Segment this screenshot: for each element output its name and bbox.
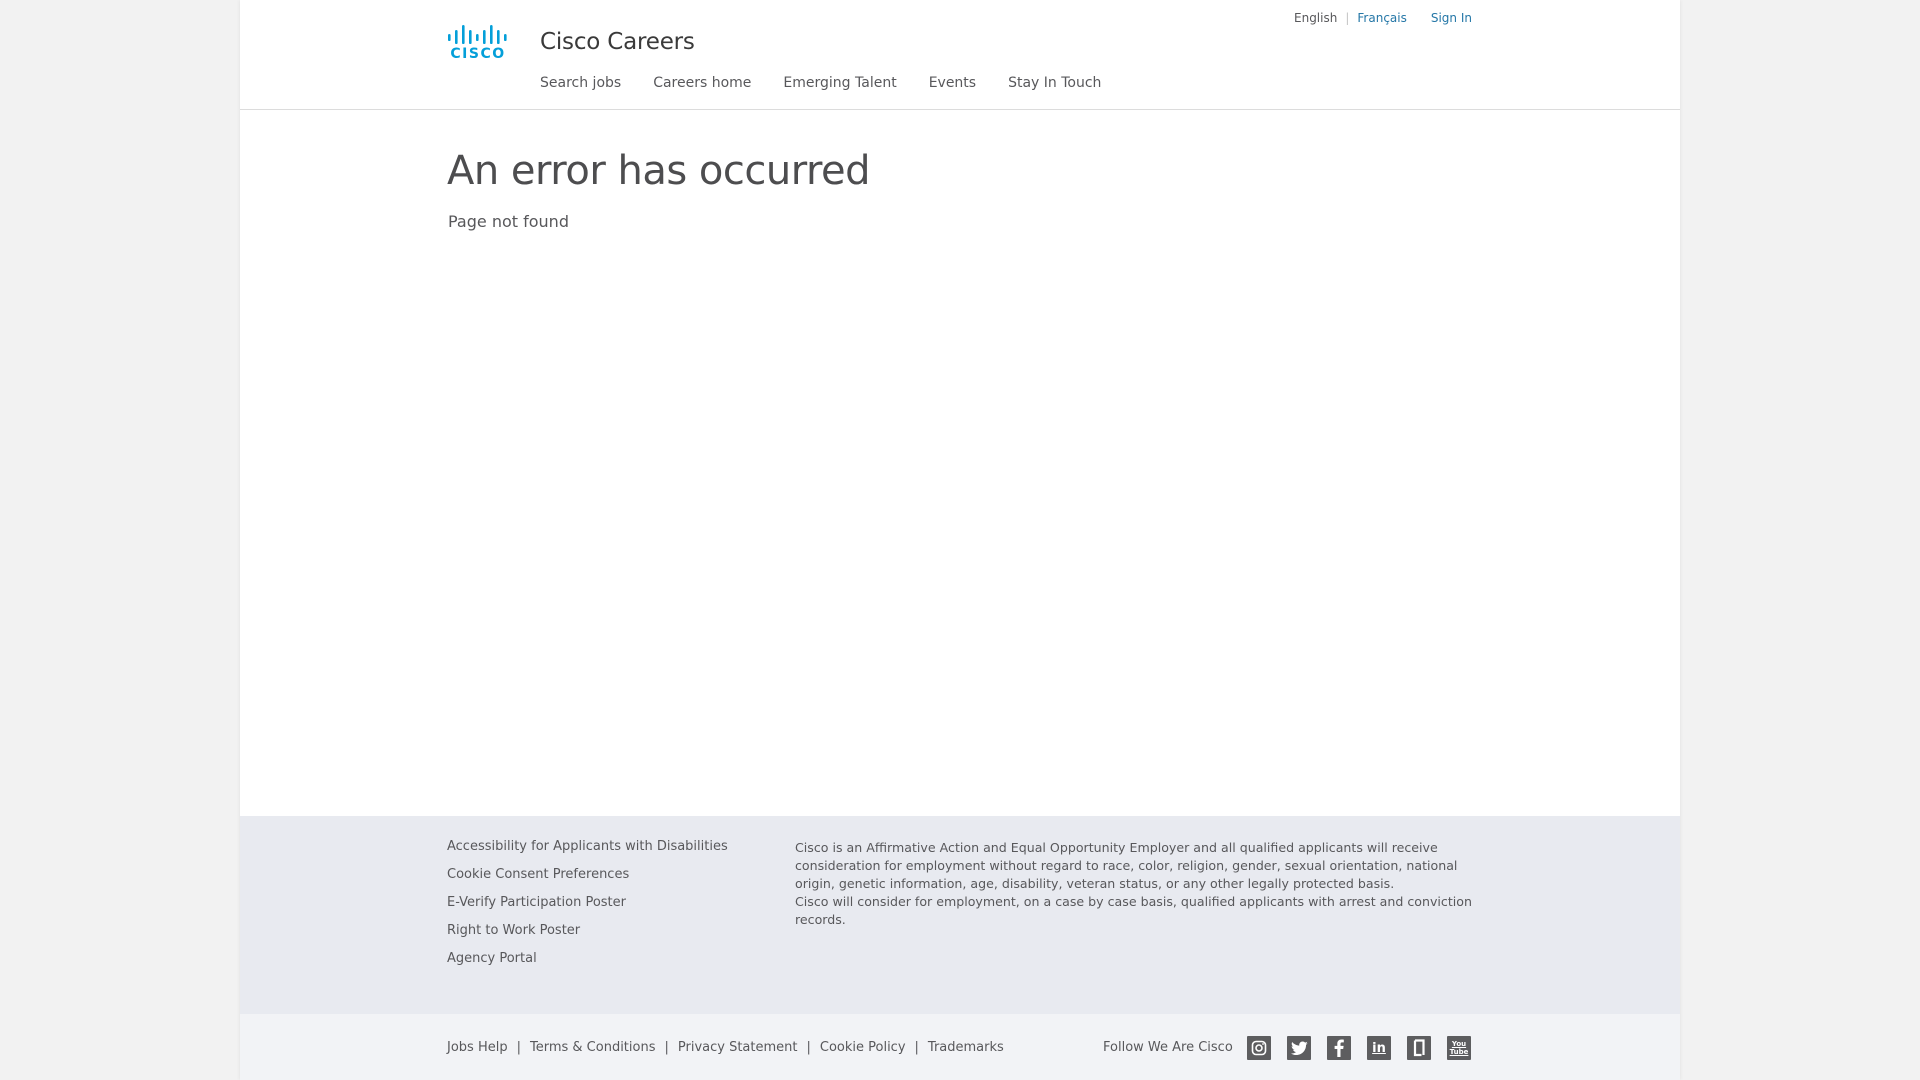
eeo-paragraph-conviction: Cisco will consider for employment, on a… <box>795 894 1472 927</box>
link-separator: | <box>806 1040 811 1055</box>
nav-events[interactable]: Events <box>929 75 976 91</box>
linkedin-icon[interactable]: in <box>1367 1036 1391 1060</box>
facebook-icon[interactable] <box>1327 1036 1351 1060</box>
footer-link-agency-portal[interactable]: Agency Portal <box>447 951 537 966</box>
footer-link-item: Agency Portal <box>447 950 728 978</box>
cisco-logo[interactable]: CISCO <box>447 22 513 60</box>
social-links: in You Tube <box>1247 1036 1471 1060</box>
nav-stay-in-touch[interactable]: Stay In Touch <box>1008 75 1101 91</box>
footer-link-item: Right to Work Poster <box>447 922 728 950</box>
language-current: English <box>1294 11 1338 25</box>
legal-links: Jobs Help | Terms & Conditions | Privacy… <box>447 1040 1004 1055</box>
footer-link-list: Accessibility for Applicants with Disabi… <box>447 838 728 978</box>
language-switch-link[interactable]: Français <box>1357 11 1406 25</box>
footer-link-accessibility[interactable]: Accessibility for Applicants with Disabi… <box>447 839 728 854</box>
eeo-statement: Cisco is an Affirmative Action and Equal… <box>795 839 1475 929</box>
twitter-icon[interactable] <box>1287 1036 1311 1060</box>
footer-upper: Accessibility for Applicants with Disabi… <box>240 816 1680 1014</box>
footer-link-item: Accessibility for Applicants with Disabi… <box>447 838 728 866</box>
utility-bar: English | Français Sign In <box>1294 11 1472 25</box>
link-separator: | <box>516 1040 521 1055</box>
nav-search-jobs[interactable]: Search jobs <box>540 75 621 91</box>
footer-link-item: Cookie Consent Preferences <box>447 866 728 894</box>
youtube-text: You Tube <box>1449 1040 1469 1056</box>
link-separator: | <box>664 1040 669 1055</box>
youtube-icon[interactable]: You Tube <box>1447 1036 1471 1060</box>
page-title: An error has occurred <box>447 148 871 194</box>
eeo-paragraph: Cisco is an Affirmative Action and Equal… <box>795 840 1458 891</box>
nav-emerging-talent[interactable]: Emerging Talent <box>783 75 896 91</box>
footer-lower: Jobs Help | Terms & Conditions | Privacy… <box>240 1014 1680 1080</box>
link-separator: | <box>914 1040 919 1055</box>
follow-label: Follow We Are Cisco <box>1103 1040 1233 1055</box>
logo-wordmark: CISCO <box>450 46 505 60</box>
page-container: CISCO Cisco Careers English | Français S… <box>240 0 1680 1080</box>
footer-link-cookie-consent[interactable]: Cookie Consent Preferences <box>447 867 629 882</box>
terms-link[interactable]: Terms & Conditions <box>530 1040 656 1055</box>
error-message: Page not found <box>448 212 569 231</box>
site-header: CISCO Cisco Careers English | Français S… <box>240 0 1680 110</box>
trademarks-link[interactable]: Trademarks <box>928 1040 1004 1055</box>
site-title[interactable]: Cisco Careers <box>540 29 695 55</box>
instagram-icon[interactable] <box>1247 1036 1271 1060</box>
footer-link-item: E-Verify Participation Poster <box>447 894 728 922</box>
cookie-policy-link[interactable]: Cookie Policy <box>820 1040 906 1055</box>
language-separator: | <box>1345 11 1350 25</box>
footer-link-everify[interactable]: E-Verify Participation Poster <box>447 895 626 910</box>
privacy-link[interactable]: Privacy Statement <box>678 1040 798 1055</box>
nav-careers-home[interactable]: Careers home <box>653 75 751 91</box>
footer-link-right-to-work[interactable]: Right to Work Poster <box>447 923 580 938</box>
sign-in-link[interactable]: Sign In <box>1431 11 1472 25</box>
glassdoor-icon[interactable] <box>1407 1036 1431 1060</box>
jobs-help-link[interactable]: Jobs Help <box>447 1040 508 1055</box>
main-nav: Search jobs Careers home Emerging Talent… <box>540 75 1133 91</box>
